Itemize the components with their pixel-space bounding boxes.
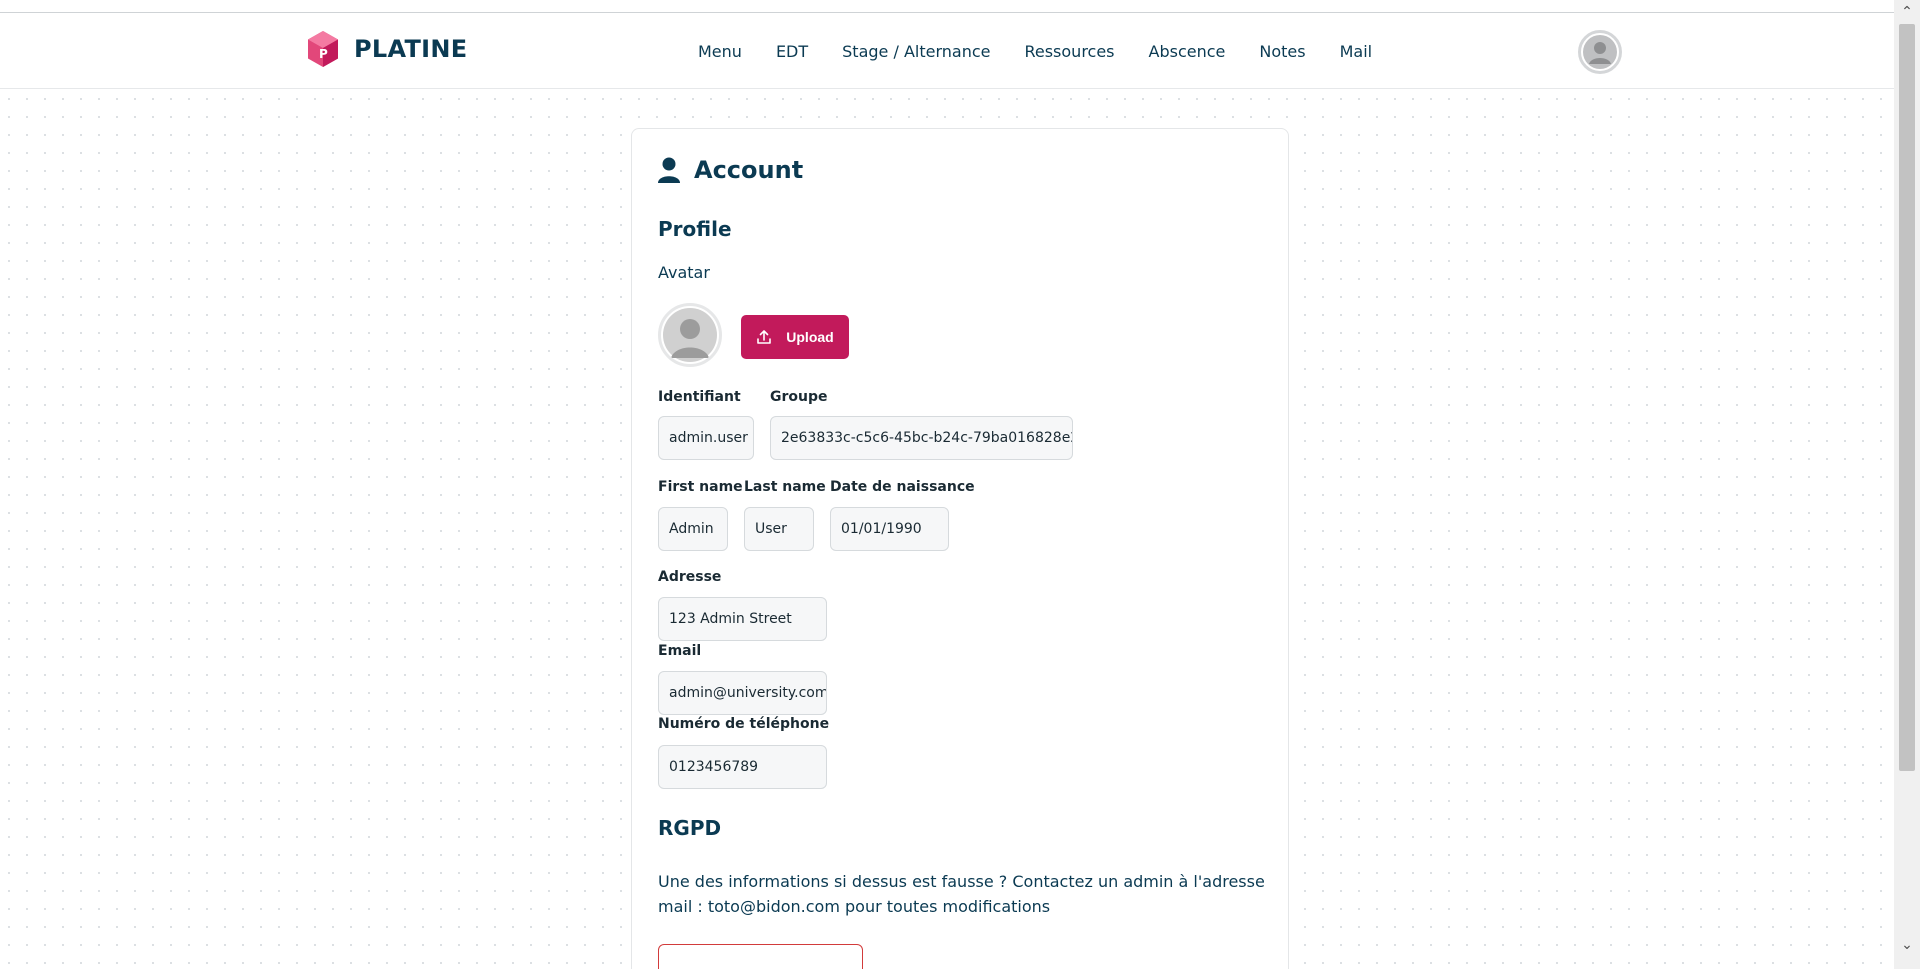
nav-item-abscence[interactable]: Abscence (1149, 42, 1226, 61)
upload-button[interactable]: Upload (741, 315, 849, 359)
browser-top-strip (0, 0, 1894, 13)
brand-name: PLATINE (354, 35, 468, 63)
main-nav: Menu EDT Stage / Alternance Ressources A… (698, 42, 1406, 61)
default-avatar-icon (663, 308, 717, 362)
email-label: Email (658, 643, 702, 659)
profile-heading: Profile (658, 217, 732, 241)
first-name-label: First name (658, 479, 743, 495)
rgpd-heading: RGPD (658, 816, 722, 840)
upload-icon (757, 330, 772, 344)
last-name-field[interactable]: User (744, 507, 814, 551)
address-label: Adresse (658, 569, 722, 585)
last-name-label: Last name (744, 479, 826, 495)
scroll-thumb[interactable] (1899, 24, 1915, 771)
hexagon-p-logo-icon: P (308, 31, 338, 67)
nav-item-ressources[interactable]: Ressources (1024, 42, 1114, 61)
user-avatar-button[interactable] (1578, 30, 1622, 74)
account-card: Account Profile Avatar Upload Identifian… (631, 128, 1289, 969)
address-field[interactable]: 123 Admin Street (658, 597, 827, 641)
phone-label: Numéro de téléphone (658, 716, 830, 732)
nav-item-menu[interactable]: Menu (698, 42, 742, 61)
rgpd-text: Une des informations si dessus est fauss… (658, 872, 1265, 916)
nav-item-stage-alternance[interactable]: Stage / Alternance (842, 42, 990, 61)
identifiant-field[interactable]: admin.user (658, 416, 754, 460)
nav-item-mail[interactable]: Mail (1340, 42, 1373, 61)
birth-date-label: Date de naissance (830, 479, 975, 495)
phone-field[interactable]: 0123456789 (658, 745, 827, 789)
avatar-label: Avatar (658, 263, 710, 282)
svg-text:P: P (319, 47, 328, 61)
vertical-scrollbar[interactable]: ⌃ ⌄ (1894, 0, 1920, 969)
user-avatar-icon (1583, 35, 1617, 69)
scroll-down-icon[interactable]: ⌄ (1894, 935, 1920, 955)
first-name-field[interactable]: Admin (658, 507, 728, 551)
brand[interactable]: P PLATINE (306, 30, 467, 68)
top-navbar: P PLATINE Menu EDT Stage / Alternance Re… (0, 14, 1894, 89)
birth-date-field[interactable]: 01/01/1990 (830, 507, 949, 551)
danger-action-button[interactable] (658, 944, 863, 969)
nav-item-notes[interactable]: Notes (1259, 42, 1305, 61)
groupe-field[interactable]: 2e63833c-c5c6-45bc-b24c-79ba016828e2 (770, 416, 1073, 460)
identifiant-label: Identifiant (658, 389, 741, 405)
upload-label: Upload (786, 329, 834, 345)
scroll-up-icon[interactable]: ⌃ (1894, 2, 1920, 22)
user-icon (658, 157, 680, 183)
page-title: Account (694, 156, 804, 184)
groupe-label: Groupe (770, 389, 828, 405)
account-title: Account (658, 156, 803, 184)
email-field[interactable]: admin@university.com (658, 671, 827, 715)
nav-item-edt[interactable]: EDT (776, 42, 808, 61)
avatar (658, 303, 722, 367)
